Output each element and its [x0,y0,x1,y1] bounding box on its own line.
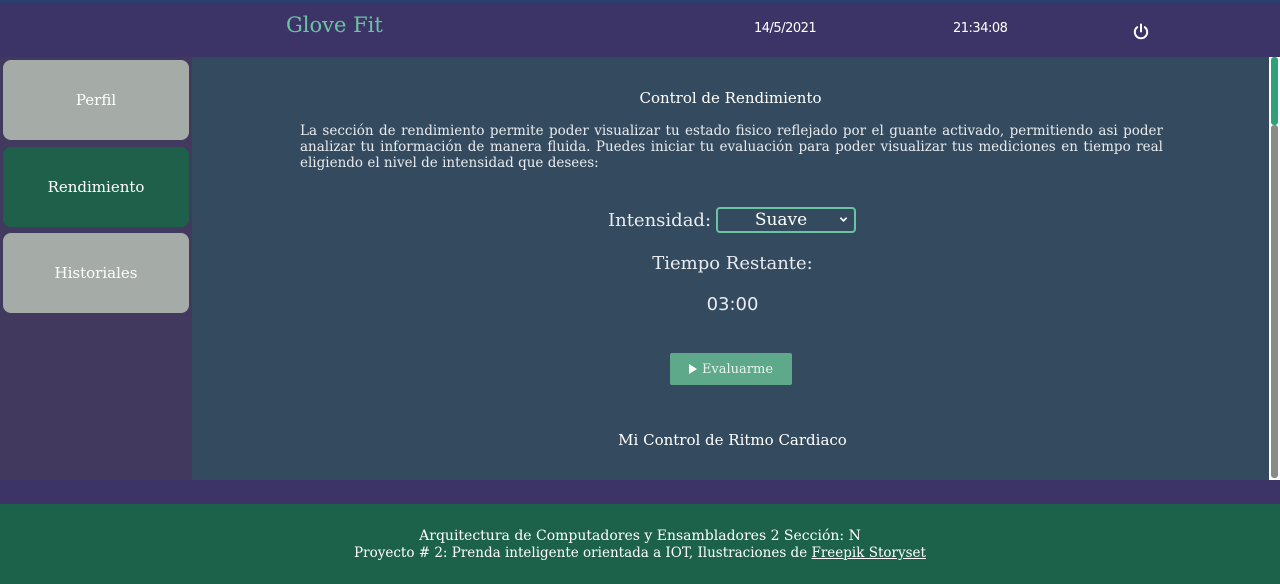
sidebar-item-label: Historiales [54,264,138,282]
footer-project: Proyecto # 2: Prenda inteligente orienta… [0,545,1280,561]
footer: Arquitectura de Computadores y Ensamblad… [0,504,1280,584]
play-icon [688,364,697,374]
sidebar-item-label: Rendimiento [47,178,145,196]
remaining-time-label: Tiempo Restante: [652,253,813,274]
sidebar-item-perfil[interactable]: Perfil [3,60,189,140]
brand-title[interactable]: Glove Fit [286,13,383,37]
remaining-time-value: 03:00 [706,294,759,315]
intensity-value: Suave [754,210,808,230]
sidebar: Perfil Rendimiento Historiales [0,57,192,480]
section-title: Control de Rendimiento [639,89,822,107]
current-time: 21:34:08 [953,21,1008,36]
scrollbar-thumb[interactable] [1271,57,1278,125]
sidebar-item-rendimiento[interactable]: Rendimiento [3,147,189,227]
section-description: La sección de rendimiento permite poder … [300,123,1163,171]
intensity-row: Intensidad: Suave [608,207,857,233]
heart-rate-title: Mi Control de Ritmo Cardiaco [618,431,847,449]
evaluate-button-label: Evaluarme [701,361,774,377]
main-content: Control de Rendimiento La sección de ren… [192,57,1269,480]
freepik-link[interactable]: Freepik Storyset [811,545,925,561]
sidebar-item-label: Perfil [75,91,117,109]
scrollbar-rail [1271,125,1278,478]
evaluate-button[interactable]: Evaluarme [670,353,792,385]
header: Glove Fit 14/5/2021 21:34:08 [0,3,1280,57]
footer-course: Arquitectura de Computadores y Ensamblad… [419,528,861,544]
sidebar-item-historiales[interactable]: Historiales [3,233,189,313]
intensity-label: Intensidad: [608,209,712,231]
intensity-select[interactable]: Suave [716,207,857,233]
chevron-down-icon [839,217,848,222]
current-date: 14/5/2021 [754,21,817,36]
footer-project-text: Proyecto # 2: Prenda inteligente orienta… [354,545,812,561]
power-icon[interactable] [1132,23,1150,41]
